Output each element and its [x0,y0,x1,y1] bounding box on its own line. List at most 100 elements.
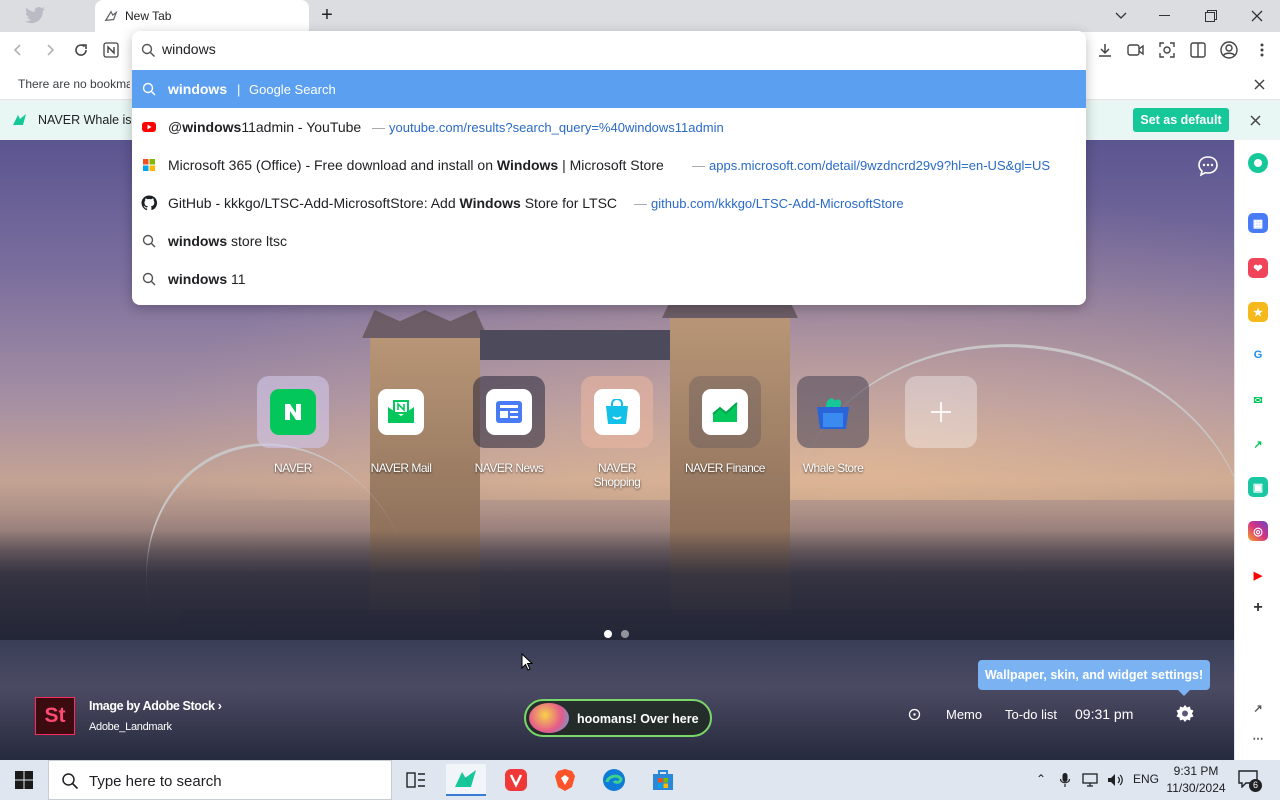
suggestion-search-store-ltsc[interactable]: windows store ltsc [132,222,1086,260]
page-dot-active[interactable] [604,630,612,638]
suggestion-url: github.com/kkkgo/LTSC-Add-MicrosoftStore [651,196,904,211]
sidebar-youtube-icon[interactable]: ▶ [1248,565,1268,585]
capture-button[interactable] [1126,40,1146,60]
sidebar-papago-icon[interactable]: G [1248,345,1268,365]
sidebar-calendar-icon[interactable]: ▦ [1248,213,1268,233]
suggestion-url: youtube.com/results?search_query=%40wind… [389,120,724,135]
clock-widget[interactable]: 09:31 pm [1075,706,1133,722]
crosshair-icon[interactable] [908,708,921,721]
hoomans-avatar [529,703,569,733]
taskbar-store-app[interactable] [643,764,683,796]
chevron-right-icon: › [217,699,222,713]
taskbar-whale-app[interactable] [446,764,486,796]
sidebar-add-icon[interactable]: + [1248,598,1268,618]
page-dot[interactable] [621,630,629,638]
chat-bubble-icon[interactable] [1197,155,1219,177]
new-tab-button[interactable]: + [316,5,338,27]
back-arrow-icon [13,44,21,56]
start-button[interactable] [0,760,48,800]
split-view-button[interactable] [1188,40,1208,60]
suggestion-text: Microsoft 365 (Office) - Free download a… [168,157,664,173]
suggestion-source: Google Search [249,82,336,97]
dial-tile [905,376,977,448]
speed-dial-naver-finance[interactable]: NAVER Finance [685,376,765,486]
wallpaper-credit-title[interactable]: Image by Adobe Stock › [89,699,222,713]
notification-badge: 6 [1249,779,1262,792]
close-bookmark-bar-button[interactable] [1249,74,1269,94]
profile-button[interactable] [1219,40,1239,60]
video-icon [1127,44,1144,56]
suggestion-rest: 11 [227,271,246,287]
taskbar-search-box[interactable]: Type here to search [48,760,392,800]
taskbar-clock[interactable]: 9:31 PM 11/30/2024 [1160,763,1232,797]
speed-dial-whale-store[interactable]: Whale Store [793,376,873,486]
forward-button[interactable] [40,40,60,60]
tab-new-tab[interactable]: New Tab [95,0,309,32]
close-window-button[interactable] [1234,0,1280,32]
brave-icon [555,769,575,791]
taskbar-brave-app[interactable] [545,764,585,796]
show-hidden-icons-button[interactable]: ⌃ [1036,772,1046,786]
suggestion-prefix: GitHub - kkkgo/LTSC-Add-MicrosoftStore: … [168,195,460,211]
edge-icon [603,769,625,791]
task-view-button[interactable] [396,764,436,796]
close-infobar-button[interactable] [1245,110,1265,130]
wallpaper-walkway [480,330,670,360]
suggestion-separator: | [237,82,241,97]
suggestion-bold: Windows [496,157,559,173]
github-icon [141,195,157,211]
menu-button[interactable] [1252,40,1272,60]
screenshot-button[interactable] [1157,40,1177,60]
restore-button[interactable] [1188,0,1234,32]
add-speed-dial-button[interactable] [901,376,981,486]
taskbar-time: 9:31 PM [1173,764,1219,778]
reload-button[interactable] [71,40,91,60]
pinned-tab[interactable] [0,0,92,32]
suggestion-text: @windows11admin - YouTube [168,119,361,135]
naver-home-button[interactable] [101,40,121,60]
suggestion-rest: Store for LTSC [520,195,618,211]
sidebar-favorites-icon[interactable]: ★ [1248,302,1268,322]
suggestion-microsoft-store[interactable]: Microsoft 365 (Office) - Free download a… [132,146,1086,184]
sidebar-instagram-icon[interactable]: ◎ [1248,521,1268,541]
speed-dial-naver-mail[interactable]: NAVER Mail [361,376,441,486]
suggestion-google-search[interactable]: windows | Google Search [132,70,1086,108]
sidebar-whale-space-icon[interactable] [1248,153,1268,173]
close-icon [1253,78,1265,90]
notification-center-button[interactable]: 6 [1238,770,1262,792]
back-button[interactable] [8,40,28,60]
tab-list-button[interactable] [1098,0,1144,32]
sidebar-popout-icon[interactable]: ↗ [1248,698,1268,718]
chevron-down-icon [1115,12,1127,19]
downloads-button[interactable] [1095,40,1115,60]
taskbar-search-placeholder: Type here to search [89,773,222,790]
set-as-default-button[interactable]: Set as default [1133,108,1229,132]
hoomans-banner-button[interactable]: hoomans! Over here [524,699,712,737]
search-icon [141,43,156,58]
network-icon[interactable] [1082,772,1100,788]
sidebar-finance-icon[interactable]: ↗ [1248,434,1268,454]
memo-widget[interactable]: Memo [946,707,982,722]
suggestion-search-windows-11[interactable]: windows 11 [132,260,1086,298]
volume-icon[interactable] [1107,772,1125,788]
suggestion-youtube[interactable]: @windows11admin - YouTube — youtube.com/… [132,108,1086,146]
taskbar-vivaldi-app[interactable] [496,764,536,796]
speed-dial-naver-news[interactable]: NAVER News [469,376,549,486]
suggestion-github[interactable]: GitHub - kkkgo/LTSC-Add-MicrosoftStore: … [132,184,1086,222]
adobe-stock-logo[interactable]: St [35,697,75,735]
speed-dial-naver-shopping[interactable]: NAVER Shopping [577,376,657,489]
todo-widget[interactable]: To-do list [1005,707,1057,722]
suggestion-url: apps.microsoft.com/detail/9wzdncrd29v9?h… [709,158,1051,173]
address-bar[interactable] [132,31,1086,69]
minimize-button[interactable] [1142,0,1188,32]
sidebar-pocket-icon[interactable]: ❤ [1248,258,1268,278]
sidebar-more-icon[interactable]: ⋯ [1248,728,1268,748]
address-bar-input[interactable] [162,41,1042,57]
language-indicator[interactable]: ENG [1133,772,1159,786]
microphone-icon[interactable] [1059,772,1071,788]
speed-dial-naver[interactable]: NAVER [253,376,333,486]
taskbar-edge-app[interactable] [594,764,634,796]
sidebar-naver-mail-icon[interactable]: ✉ [1248,390,1268,410]
sidebar-whale-book-icon[interactable]: ▣ [1248,477,1268,497]
gear-icon[interactable] [1175,704,1195,724]
